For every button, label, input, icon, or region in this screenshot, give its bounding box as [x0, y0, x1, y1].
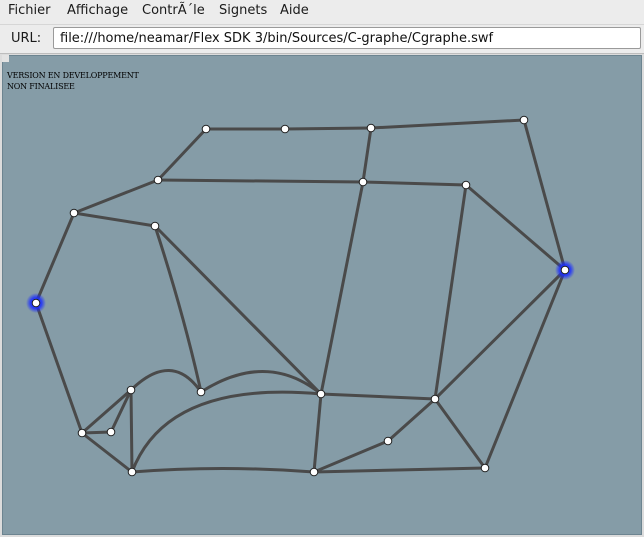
edge [483, 268, 567, 470]
edge [369, 118, 526, 130]
edge [433, 397, 487, 470]
highlighted-nodes [26, 260, 575, 313]
menu-bar: Fichier Affichage ContrÃ´le Signets Aide [0, 0, 644, 24]
graph-node [126, 385, 136, 395]
edge [433, 183, 468, 401]
graph-nodes[interactable] [31, 115, 570, 477]
edge [72, 178, 160, 215]
graph-node [69, 208, 79, 218]
edge [361, 180, 468, 187]
edge [129, 369, 203, 394]
edge [109, 388, 133, 434]
url-label: URL: [11, 31, 42, 46]
edge [319, 392, 437, 401]
graph-node [316, 389, 326, 399]
graph-node [358, 177, 368, 187]
graph-canvas[interactable]: VERSION EN DEVELOPPEMENT NON FINALISEE [2, 55, 642, 535]
edge [156, 127, 208, 182]
edge [80, 431, 134, 474]
graph-node [196, 387, 206, 397]
edge [80, 388, 133, 435]
edge [312, 466, 487, 474]
graph-node [201, 124, 211, 134]
edge [130, 390, 323, 474]
edge [386, 397, 437, 443]
graph-node [309, 467, 319, 477]
graph-node [150, 221, 160, 231]
graph-svg[interactable] [2, 55, 642, 535]
graph-node [383, 436, 393, 446]
graph-node [560, 265, 570, 275]
graph-node [127, 467, 137, 477]
menu-controle[interactable]: ContrÃ´le [142, 3, 205, 18]
edge [312, 392, 323, 474]
flash-player-area: VERSION EN DEVELOPPEMENT NON FINALISEE [0, 54, 644, 537]
edge [283, 126, 373, 131]
edge [361, 126, 373, 184]
edge [130, 467, 316, 474]
edge [34, 301, 84, 435]
graph-node [31, 298, 41, 308]
graph-node [106, 427, 116, 437]
edge [522, 118, 567, 272]
graph-node [480, 463, 490, 473]
graph-node [280, 124, 290, 134]
edge [129, 388, 134, 474]
graph-node [153, 175, 163, 185]
address-bar: URL: [0, 24, 644, 54]
edge [156, 178, 365, 184]
graph-node [430, 394, 440, 404]
edge [34, 211, 76, 305]
menu-signets[interactable]: Signets [219, 3, 267, 18]
graph-node [519, 115, 529, 125]
edge [319, 180, 365, 396]
graph-node [366, 123, 376, 133]
edge [464, 183, 567, 272]
url-input[interactable] [53, 27, 641, 49]
menu-affichage[interactable]: Affichage [67, 3, 128, 18]
graph-node [77, 428, 87, 438]
edge [433, 268, 567, 401]
graph-node [461, 180, 471, 190]
edge [312, 439, 390, 474]
menu-aide[interactable]: Aide [280, 3, 309, 18]
menu-fichier[interactable]: Fichier [8, 3, 51, 18]
edge [80, 430, 113, 435]
graph-edges [34, 118, 567, 474]
edge [72, 211, 157, 228]
